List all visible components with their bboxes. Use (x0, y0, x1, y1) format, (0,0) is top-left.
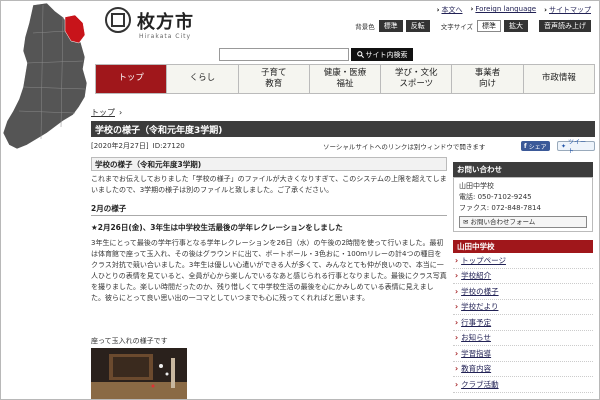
publish-date: [2020年2月27日] (91, 142, 149, 150)
photo-caption: 座って玉入れの様子です (91, 337, 168, 345)
contact-box: 山田中学校 電話: 050-7102-9245 ファクス: 072-848-78… (453, 177, 593, 232)
nav-item-top[interactable]: トップ (96, 65, 168, 93)
bg-inverse-button[interactable]: 反転 (405, 20, 430, 32)
arrow-icon: › (544, 6, 547, 14)
skip-to-content-link[interactable]: 本文へ (441, 6, 462, 14)
breadcrumb: トップ › (91, 107, 122, 118)
arrow-icon: › (455, 271, 459, 281)
month-heading: 2月の様子 (91, 201, 447, 216)
page-id: ID:27120 (152, 142, 185, 150)
gym-photo-image (91, 348, 187, 399)
search-button[interactable]: サイト内検索 (351, 48, 413, 61)
school-menu-link[interactable]: 学校だより (461, 301, 498, 312)
school-menu-link[interactable]: 学校の様子 (461, 286, 499, 297)
arrow-icon: › (455, 348, 459, 358)
main-content: 学校の様子（令和元年度3学期) これまでお伝えしておりました「学校の様子」のファ… (91, 157, 447, 304)
city-name: 枚方市 (137, 12, 194, 33)
foreign-language-link[interactable]: Foreign language (475, 5, 536, 13)
breadcrumb-top-link[interactable]: トップ (91, 107, 115, 118)
search-button-label: サイト内検索 (365, 50, 408, 59)
arrow-icon: › (455, 286, 459, 296)
mail-icon: ✉ (463, 217, 469, 226)
event-body: 3年生にとって最後の学年行事となる学年レクレーションを26日（水）の午後の2時間… (91, 239, 447, 302)
city-emblem-icon (105, 7, 131, 33)
school-menu-item[interactable]: › 学校紹介 (453, 269, 593, 284)
global-nav: トップ くらし 子育て 教育 健康・医療 福祉 学び・文化 スポーツ 事業者 向… (95, 64, 595, 94)
contact-org: 山田中学校 (459, 182, 494, 190)
utility-links: › 本文へ › Foreign language › サイトマップ (437, 5, 591, 15)
search-input[interactable] (219, 48, 349, 61)
intro-text: これまでお伝えしておりました「学校の様子」のファイルが大きくなりすぎて、このシス… (91, 175, 447, 194)
arrow-icon: › (470, 5, 474, 13)
school-menu-item[interactable]: › 行事予定 (453, 315, 593, 331)
contact-fax: ファクス: 072-848-7814 (459, 204, 541, 212)
school-menu-link[interactable]: お知らせ (461, 332, 491, 343)
nav-item-health[interactable]: 健康・医療 福祉 (310, 65, 382, 93)
arrow-icon: › (455, 379, 459, 389)
school-menu-item[interactable]: › クラブ活動 (453, 377, 593, 393)
school-menu-link[interactable]: 行事予定 (461, 317, 491, 328)
social-note: ソーシャルサイトへのリンクは別ウィンドウで開きます (323, 143, 486, 151)
osaka-map-icon (3, 3, 88, 150)
page-frame: 枚方市 Hirakata City › 本文へ › Foreign language… (0, 0, 600, 400)
nav-item-living[interactable]: くらし (167, 65, 239, 93)
city-name-roman: Hirakata City (139, 33, 192, 40)
bg-color-label: 背景色 (355, 23, 375, 31)
accessibility-controls: 背景色 標準 反転 文字サイズ 標準 拡大 音声読み上げ (355, 20, 591, 32)
nav-item-culture[interactable]: 学び・文化 スポーツ (381, 65, 453, 93)
contact-panel: お問い合わせ 山田中学校 電話: 050-7102-9245 ファクス: 072… (453, 162, 593, 232)
twitter-icon: ✦ (561, 142, 567, 150)
school-menu-heading: 山田中学校 (453, 240, 593, 253)
school-menu-item[interactable]: › 学校だより (453, 300, 593, 315)
contact-heading: お問い合わせ (453, 162, 593, 177)
nav-item-business[interactable]: 事業者 向け (452, 65, 524, 93)
chevron-right-icon: › (119, 108, 123, 117)
school-menu-link[interactable]: クラブ活動 (461, 379, 499, 390)
school-menu-item[interactable]: › 学習指導 (453, 346, 593, 362)
nav-item-government[interactable]: 市政情報 (524, 65, 594, 93)
arrow-icon: › (436, 6, 440, 14)
contact-tel: 電話: 050-7102-9245 (459, 193, 532, 201)
page-title: 学校の様子（令和元年度3学期) (91, 121, 595, 137)
text-normal-button[interactable]: 標準 (477, 20, 501, 32)
sitemap-link[interactable]: サイトマップ (549, 6, 591, 14)
arrow-icon: › (455, 317, 459, 327)
school-menu-item[interactable]: › 学校の様子 (453, 284, 593, 300)
contact-form-button[interactable]: ✉ お問い合わせフォーム (459, 216, 587, 228)
facebook-share-button[interactable]: f シェア (521, 141, 550, 151)
bg-normal-button[interactable]: 標準 (378, 20, 403, 32)
school-menu-link[interactable]: 教育内容 (461, 363, 491, 374)
arrow-icon: › (455, 333, 459, 343)
facebook-share-label: シェア (528, 143, 547, 151)
school-menu-item[interactable]: › 教育内容 (453, 362, 593, 377)
arrow-icon: › (455, 302, 459, 312)
event-photo (91, 348, 187, 399)
school-menu-link[interactable]: 学習指導 (461, 348, 491, 359)
text-size-label: 文字サイズ (440, 23, 473, 31)
date-row: [2020年2月27日] ID:27120 ソーシャルサイトへのリンクは別ウィン… (91, 139, 595, 155)
twitter-share-label: ツイート (568, 139, 587, 155)
nav-item-childcare[interactable]: 子育て 教育 (239, 65, 310, 93)
contact-form-label: お問い合わせフォーム (470, 217, 536, 226)
event-heading: ★2月26日(金)、3年生は中学校生活最後の学年レクレーションをしました (91, 223, 343, 232)
school-menu: 山田中学校 › トップページ › 学校紹介 › 学校の様子 › 学校だより › 行事予定 … (453, 240, 593, 393)
voice-reader-button[interactable]: 音声読み上げ (539, 20, 591, 32)
section-heading: 学校の様子（令和元年度3学期) (91, 157, 447, 171)
city-logo[interactable]: 枚方市 Hirakata City (105, 7, 205, 47)
arrow-icon: › (455, 255, 459, 265)
school-menu-item[interactable]: › お知らせ (453, 331, 593, 346)
school-menu-item[interactable]: › トップページ (453, 253, 593, 269)
text-large-button[interactable]: 拡大 (504, 20, 528, 32)
school-menu-link[interactable]: 学校紹介 (461, 270, 491, 281)
arrow-icon: › (455, 364, 459, 374)
facebook-icon: f (524, 142, 527, 150)
school-menu-link[interactable]: トップページ (461, 255, 506, 266)
search-icon (356, 51, 364, 58)
twitter-share-button[interactable]: ✦ ツイート (557, 139, 595, 155)
